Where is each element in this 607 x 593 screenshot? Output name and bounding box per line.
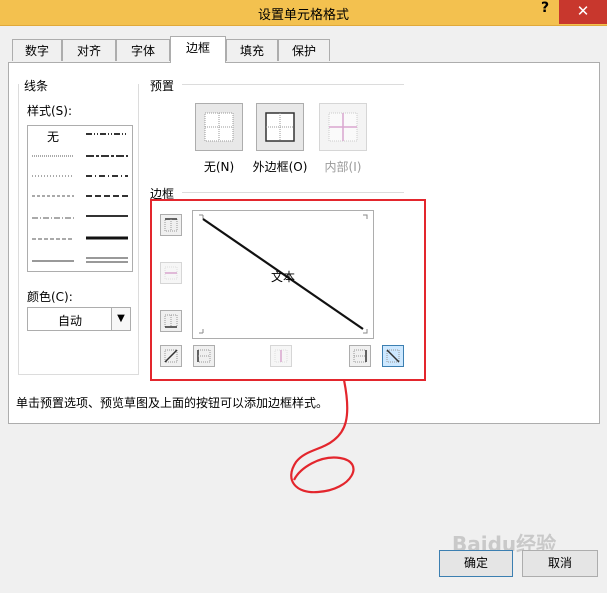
preset-inside-icon [328, 112, 358, 142]
color-dropdown[interactable]: 自动 ▼ [27, 307, 131, 331]
line-style-swatches[interactable] [28, 126, 132, 271]
color-value: 自动 [57, 314, 82, 328]
preset-none-button[interactable] [195, 103, 243, 151]
preset-inside-label: 内部(I) [324, 160, 362, 174]
ok-button[interactable]: 确定 [439, 550, 513, 577]
help-button[interactable]: ? [541, 0, 549, 16]
annotation-highlight-box [150, 199, 426, 381]
tab-alignment[interactable]: 对齐 [62, 39, 116, 61]
preset-none-label: 无(N) [203, 160, 235, 174]
preset-none-icon [204, 112, 234, 142]
color-label: 颜色(C): [27, 290, 73, 304]
preset-outline-label: 外边框(O) [252, 160, 308, 174]
chevron-down-icon[interactable]: ▼ [111, 308, 130, 330]
tab-protection[interactable]: 保护 [278, 39, 330, 61]
tab-number[interactable]: 数字 [12, 39, 62, 61]
preset-inside-button [319, 103, 367, 151]
style-label: 样式(S): [27, 104, 73, 118]
line-group-bottom-border [18, 374, 139, 375]
preset-outline-button[interactable] [256, 103, 304, 151]
hint-text: 单击预置选项、预览草图及上面的按钮可以添加边框样式。 [16, 396, 329, 410]
title-bar: 设置单元格格式 ? ✕ [0, 0, 607, 26]
close-button[interactable]: ✕ [559, 0, 607, 24]
tab-fill[interactable]: 填充 [226, 39, 278, 61]
window-title: 设置单元格格式 [257, 8, 349, 23]
line-group-title: 线条 [24, 79, 49, 93]
border-group-separator [182, 192, 404, 193]
preset-outline-icon [265, 112, 295, 142]
cancel-button[interactable]: 取消 [522, 550, 598, 577]
line-group-right-border [138, 84, 139, 374]
preset-group-separator [182, 84, 404, 85]
line-group-left-border [18, 84, 19, 374]
tab-font[interactable]: 字体 [116, 39, 170, 61]
preset-group-title: 预置 [150, 79, 175, 93]
line-style-list[interactable]: 无 [27, 125, 133, 272]
tab-border[interactable]: 边框 [170, 36, 226, 63]
